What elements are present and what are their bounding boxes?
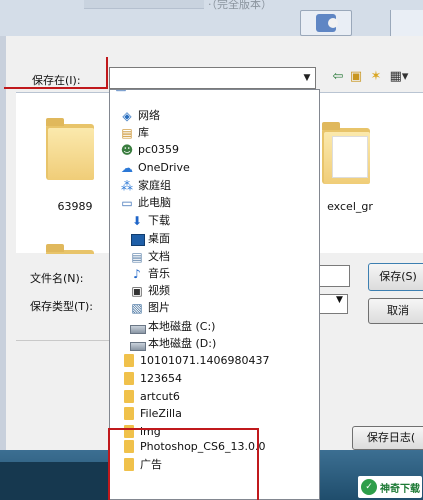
list-item-label: 本地磁盘 (C:) [148, 320, 216, 333]
library-icon: ▤ [121, 126, 133, 140]
list-item-label: artcut6 [140, 390, 180, 403]
save-log-button[interactable]: 保存日志( [352, 426, 423, 450]
folder-icon [124, 372, 134, 385]
top-right-button[interactable] [390, 10, 423, 36]
list-item-label: 此电脑 [138, 196, 171, 209]
new-folder-icon[interactable]: ✶ [368, 69, 384, 85]
list-item-label: 音乐 [148, 267, 170, 280]
logo-mark-icon: ✓ [361, 479, 377, 495]
highlight-box [108, 428, 259, 500]
back-arrow-icon[interactable]: ⇦ [330, 69, 346, 85]
disk-icon [130, 342, 146, 351]
list-item-label: 家庭组 [138, 179, 171, 192]
taskbar-shadow [0, 462, 110, 500]
folder-icon [124, 390, 134, 403]
cancel-button[interactable]: 取消 [368, 298, 423, 324]
file-type-label: 保存类型(T): [30, 300, 94, 313]
app-icon-badge [328, 18, 338, 28]
network-icon: ◈ [122, 109, 132, 123]
list-item-label: 图片 [148, 301, 170, 314]
download-icon: ⬇ [131, 214, 143, 228]
list-item-label: 下载 [148, 214, 170, 227]
list-item-label: 视频 [148, 284, 170, 297]
picture-icon: ▧ [131, 301, 143, 315]
computer-icon: ▭ [121, 196, 133, 210]
music-icon: ♪ [133, 267, 141, 281]
list-item-label: FileZilla [140, 407, 182, 420]
chevron-down-icon[interactable]: ▼ [300, 69, 314, 87]
view-menu-icon[interactable]: ▦▾ [388, 69, 410, 85]
folder-icon[interactable] [322, 122, 372, 184]
cloud-icon: ☁ [121, 161, 133, 175]
folder-label[interactable]: 63989 [40, 200, 110, 213]
top-title-tab [84, 0, 204, 9]
chevron-down-icon[interactable]: ▼ [336, 295, 343, 305]
file-name-input[interactable] [318, 265, 350, 287]
save-button[interactable]: 保存(S) [368, 263, 423, 291]
top-title-text: ·（完全版本） [208, 0, 272, 11]
list-item-label: 123654 [140, 372, 182, 385]
list-item-label: 本地磁盘 (D:) [148, 337, 217, 350]
list-item-label: 库 [138, 126, 149, 139]
list-item-label: 文档 [148, 250, 170, 263]
dialog-left-edge [0, 36, 6, 450]
folder-icon[interactable] [46, 244, 96, 254]
list-item-label: 网络 [138, 109, 160, 122]
disk-icon [130, 325, 146, 334]
file-name-label: 文件名(N): [30, 272, 84, 285]
list-item-label: 10101071.1406980437 [140, 354, 270, 367]
desktop-icon [131, 234, 145, 246]
list-item-cutoff: ▭ [110, 90, 319, 96]
homegroup-icon: ⁂ [121, 179, 133, 193]
document-icon: ▤ [131, 250, 143, 264]
list-item-label: 桌面 [148, 232, 170, 245]
user-icon: ☻ [120, 143, 134, 157]
folder-icon[interactable] [46, 118, 96, 180]
video-icon: ▣ [131, 284, 143, 298]
computer-icon: ▭ [114, 90, 128, 95]
folder-icon [124, 354, 134, 367]
folder-label[interactable]: excel_gr [315, 200, 385, 213]
folder-icon [124, 407, 134, 420]
logo-text: 神奇下载 [380, 484, 420, 495]
save-in-combo[interactable] [109, 67, 316, 89]
save-in-highlight-box [4, 57, 108, 89]
file-type-select[interactable] [318, 294, 348, 314]
folder-up-icon[interactable]: ▣ [348, 69, 364, 85]
list-item-label: OneDrive [138, 161, 190, 174]
list-item-label: pc0359 [138, 143, 180, 156]
